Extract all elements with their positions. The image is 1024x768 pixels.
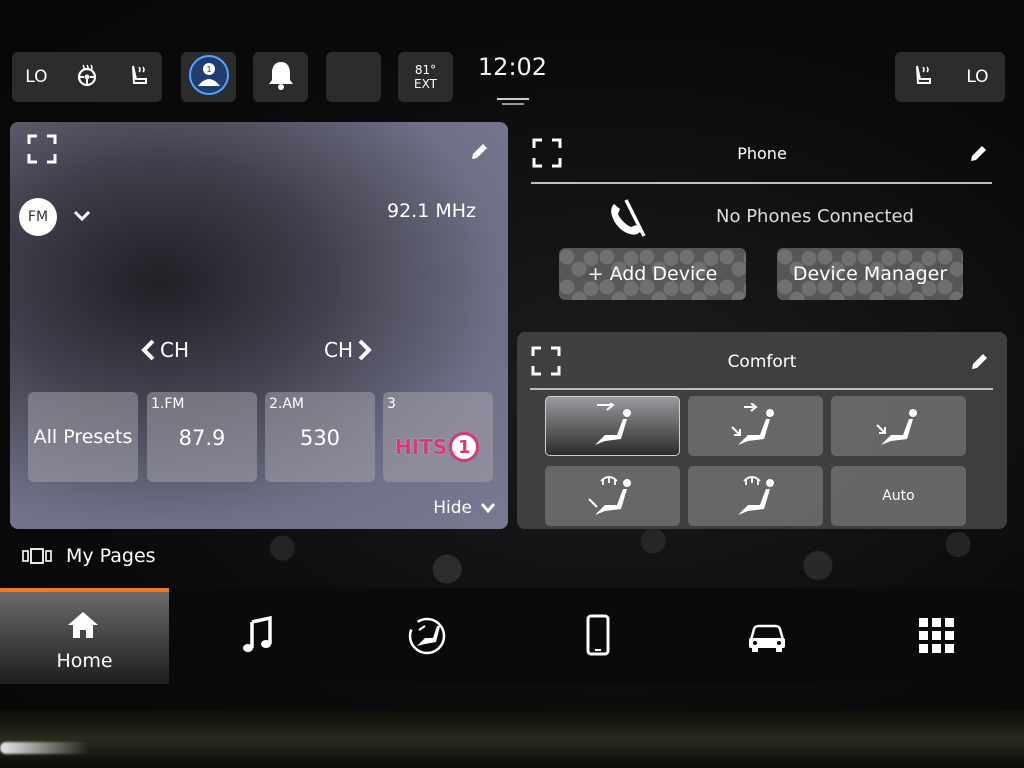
chevron-right-icon [358, 339, 372, 361]
comfort-widget[interactable]: Comfort Auto [517, 332, 1007, 529]
edit-pencil-icon[interactable] [969, 352, 989, 372]
preset-number: 1.FM [151, 396, 185, 412]
preset-1[interactable]: 1.FM 87.9 [147, 392, 257, 482]
bell-icon [266, 59, 296, 95]
comfort-title: Comfort [727, 352, 797, 372]
pages-icon [22, 548, 52, 564]
climate-seat-icon [408, 617, 446, 655]
car-icon [749, 624, 785, 652]
defrost-feet-button[interactable] [545, 466, 680, 526]
chevron-down-icon[interactable] [72, 206, 92, 226]
airflow-face-feet-button[interactable] [688, 396, 823, 456]
my-pages-button[interactable]: My Pages [22, 545, 156, 567]
phone-status: No Phones Connected [716, 206, 914, 227]
phone-title: Phone [737, 144, 787, 163]
preset-number: 3 [387, 396, 396, 412]
nav-home-label: Home [56, 650, 113, 672]
clock: 12:02 [477, 53, 548, 81]
all-presets-label: All Presets [33, 426, 133, 448]
pull-down-handle[interactable] [497, 98, 529, 100]
exterior-temp-value: 81° [414, 63, 437, 77]
defrost-button[interactable] [688, 466, 823, 526]
expand-icon[interactable] [27, 134, 57, 164]
nav-vehicle[interactable] [745, 614, 789, 658]
hide-button[interactable]: Hide [433, 498, 496, 518]
seat-defrost-icon [737, 476, 774, 515]
left-temp-label: LO [25, 67, 48, 87]
divider [530, 388, 993, 390]
right-temp-label: LO [966, 67, 989, 87]
channel-next-label: CH [324, 338, 354, 362]
nav-comfort[interactable] [405, 614, 449, 658]
seat-airflow-face-feet-icon [730, 403, 774, 445]
bottom-nav-bar: Home [0, 588, 1024, 684]
seat-defrost-feet-icon [587, 476, 631, 515]
chevron-down-icon [480, 503, 496, 514]
station-logo: HITS 1 [395, 432, 481, 462]
band-badge[interactable]: FM [19, 198, 57, 236]
frequency-display: 92.1 MHz [387, 200, 476, 222]
seat-airflow-feet-icon [875, 409, 917, 445]
nav-home[interactable]: Home [0, 588, 169, 684]
pull-down-handle-secondary [502, 103, 524, 105]
my-pages-label: My Pages [66, 545, 156, 567]
screen-bezel [0, 710, 1024, 768]
airflow-feet-button[interactable] [831, 396, 966, 456]
phone-disconnected-icon [604, 196, 648, 240]
edit-pencil-icon[interactable] [968, 144, 988, 164]
home-icon [68, 612, 98, 638]
heated-seat-icon[interactable] [127, 63, 149, 91]
preset-3[interactable]: 3 HITS 1 [383, 392, 493, 482]
svg-text:1: 1 [206, 65, 211, 74]
nav-media[interactable] [236, 614, 280, 658]
add-device-button[interactable]: + Add Device [559, 248, 746, 300]
station-logo-digit: 1 [449, 432, 480, 462]
infotainment-screen: LO 1 81° EXT 12:02 LO FM 92.1 MHz CH CH … [0, 0, 1024, 710]
right-climate-control[interactable]: LO [895, 52, 1005, 102]
background-pattern [200, 520, 1024, 590]
heated-steering-icon[interactable] [74, 63, 100, 91]
edit-pencil-icon[interactable] [469, 142, 489, 162]
phone-widget[interactable]: Phone No Phones Connected + Add Device D… [518, 122, 1006, 322]
preset-value: 87.9 [178, 426, 226, 450]
left-climate-control[interactable]: LO [12, 52, 162, 102]
airflow-face-button[interactable] [545, 396, 680, 456]
nav-apps[interactable] [915, 614, 959, 658]
nav-phone[interactable] [576, 614, 620, 658]
exterior-temperature: 81° EXT [398, 52, 453, 102]
smartphone-icon [586, 614, 610, 656]
preset-2[interactable]: 2.AM 530 [265, 392, 375, 482]
apps-grid-icon [919, 618, 954, 653]
hide-label: Hide [433, 498, 472, 518]
preset-value: 530 [299, 426, 341, 450]
channel-next-button[interactable]: CH [324, 338, 373, 362]
music-note-icon [243, 615, 272, 652]
preset-number: 2.AM [269, 396, 305, 412]
empty-status-slot [326, 52, 381, 102]
device-manager-button[interactable]: Device Manager [777, 248, 963, 300]
driver-profile-button[interactable]: 1 [181, 52, 236, 102]
auto-label: Auto [882, 488, 915, 504]
channel-prev-button[interactable]: CH [140, 338, 189, 362]
radio-widget[interactable]: FM 92.1 MHz CH CH All Presets 1.FM 87.9 … [10, 122, 508, 529]
all-presets-button[interactable]: All Presets [28, 392, 138, 482]
divider [531, 182, 992, 184]
driver-profile-icon: 1 [187, 53, 231, 101]
bezel-glare [0, 742, 90, 754]
chevron-left-icon [141, 339, 155, 361]
channel-prev-label: CH [160, 338, 190, 362]
notifications-button[interactable] [253, 52, 308, 102]
exterior-temp-label: EXT [414, 77, 437, 91]
heated-seat-icon[interactable] [911, 63, 933, 91]
station-logo-text: HITS [395, 435, 448, 459]
seat-airflow-face-icon [594, 403, 631, 445]
auto-button[interactable]: Auto [831, 466, 966, 526]
